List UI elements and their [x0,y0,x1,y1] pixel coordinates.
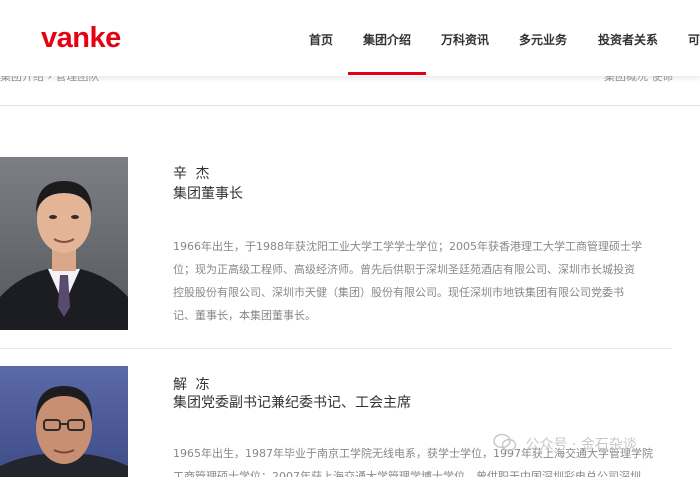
nav-item-more[interactable]: 可 [688,31,700,48]
person-name: 辛 杰 [173,166,212,182]
person-divider [0,348,672,349]
person-photo [0,157,128,330]
nav-item-investor-relations[interactable]: 投资者关系 [598,31,658,48]
bio-line: 工商管理硕士学位；2007年获上海交通大学管理学博士学位。曾供职于中国深圳彩电总… [173,470,641,477]
watermark: 公众号 · 金石杂谈 [493,433,637,457]
main-nav: 首页 集团介绍 万科资讯 多元业务 投资者关系 可 [0,31,700,51]
nav-item-business[interactable]: 多元业务 [519,31,567,48]
nav-item-news[interactable]: 万科资讯 [441,31,489,48]
bio-line: 记、董事长，本集团董事长。 [173,309,316,322]
nav-item-group-intro[interactable]: 集团介绍 [363,31,411,48]
nav-item-home[interactable]: 首页 [309,31,333,48]
bio-line: 1966年出生，于1988年获沈阳工业大学工学学士学位；2005年获香港理工大学… [173,240,642,253]
person-card: 辛 杰 集团董事长 1966年出生，于1988年获沈阳工业大学工学学士学位；20… [0,157,700,337]
person-title: 集团董事长 [173,186,243,202]
person-photo [0,366,128,477]
bio-line: 位；现为正高级工程师、高级经济师。曾先后供职于深圳圣廷苑酒店有限公司、深圳市长城… [173,263,635,276]
person-title: 集团党委副书记兼纪委书记、工会主席 [173,395,411,411]
person-bio: 1966年出生，于1988年获沈阳工业大学工学学士学位；2005年获香港理工大学… [173,235,673,327]
wechat-icon [493,433,517,457]
person-name: 解 冻 [173,377,212,393]
nav-active-indicator [348,72,426,75]
site-header: vanke 首页 集团介绍 万科资讯 多元业务 投资者关系 可 [0,0,700,76]
person-card: 解 冻 集团党委副书记兼纪委书记、工会主席 1965年出生，1987年毕业于南京… [0,366,700,477]
watermark-text: 公众号 · 金石杂谈 [525,437,637,453]
bio-line: 控股股份有限公司、深圳市天健（集团）股份有限公司。现任深圳市地铁集团有限公司党委… [173,286,624,299]
